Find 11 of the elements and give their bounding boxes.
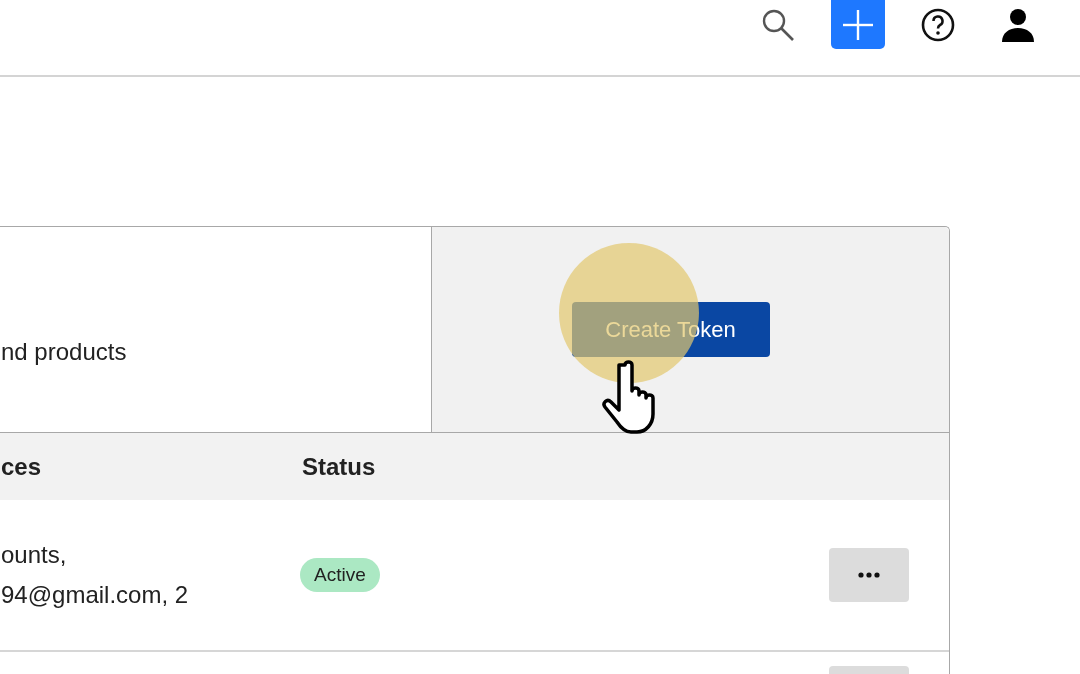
resources-text: ounts, [1,541,67,568]
help-icon [921,7,955,42]
column-header: Status [302,452,377,481]
plus-icon [842,8,874,41]
status-badge: Active [300,558,380,592]
user-icon [1001,7,1035,42]
ellipsis-icon [858,572,880,578]
card-description: nd products [1,337,127,366]
column-header: ces [1,452,43,481]
resources-text: 94@gmail.com, 2 [1,581,189,608]
add-button[interactable] [831,0,885,49]
